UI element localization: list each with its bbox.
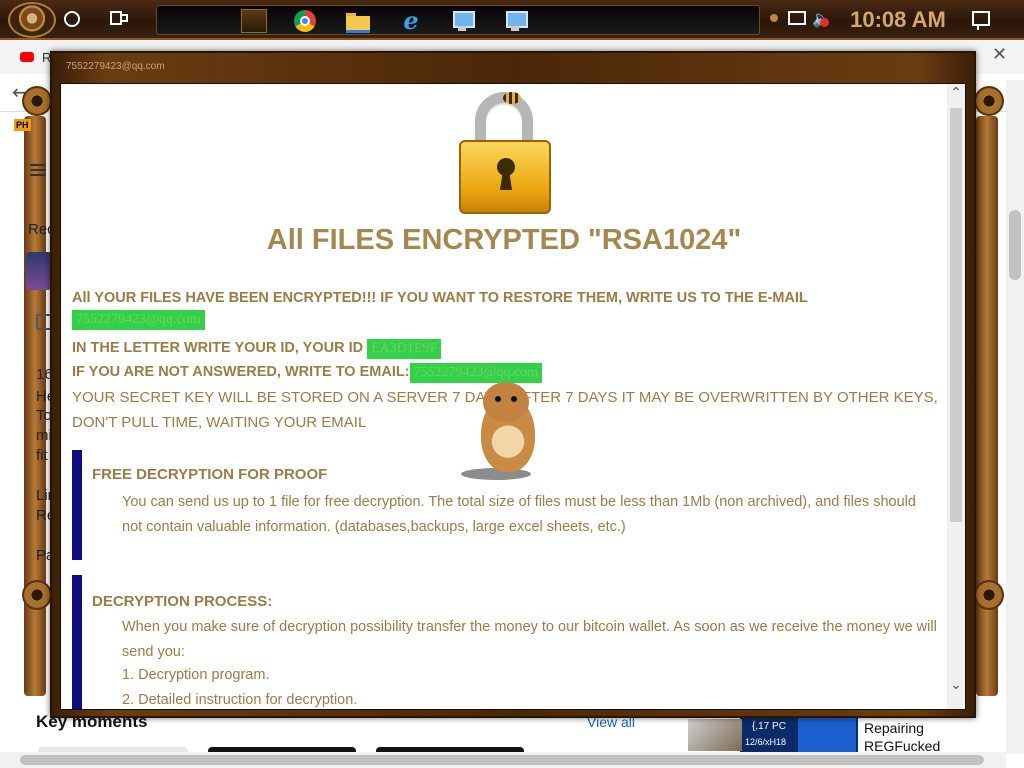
volume-muted-badge-icon: [820, 18, 829, 27]
taskbar-clock[interactable]: 10:08 AM: [845, 6, 951, 34]
section-text: When you make sure of decryption possibi…: [122, 619, 937, 660]
side-video-caption: 12/6/xH18: [745, 737, 787, 747]
list-item: 2. Detailed instruction for decryption.: [122, 692, 358, 708]
backup-email-instruction: IF YOU ARE NOT ANSWERED, WRITE TO EMAIL:: [72, 364, 410, 380]
decryption-process-section: DECRYPTION PROCESS: When you make sure o…: [72, 575, 942, 709]
gear-icon: [22, 86, 52, 116]
ransom-content: All FILES ENCRYPTED "RSA1024" All YOUR F…: [60, 83, 966, 710]
backup-email-highlight[interactable]: 7552279423@qq.com: [409, 363, 543, 383]
side-video-thumbnail-accent: [798, 718, 856, 754]
section-accent-bar: [72, 450, 82, 560]
gear-icon: [974, 86, 1004, 116]
scroll-up-icon[interactable]: ⌃: [950, 86, 962, 100]
gear-icon: [22, 580, 52, 610]
ransom-email-line: 7552279423@qq.com: [72, 310, 205, 330]
waiting-email-text: DON'T PULL TIME, WAITING YOUR EMAIL: [72, 414, 367, 431]
browser-horizontal-scrollbar[interactable]: [0, 752, 1006, 768]
window-close-button[interactable]: ✕: [992, 44, 1007, 65]
free-decryption-section: FREE DECRYPTION FOR PROOF You can send u…: [72, 450, 942, 560]
section-text: You can send us up to 1 file for free de…: [122, 494, 916, 535]
id-instruction-text: IN THE LETTER WRITE YOUR ID, YOUR ID: [72, 340, 364, 356]
file-explorer-icon[interactable]: [345, 9, 371, 33]
tray-overflow-icon[interactable]: [770, 14, 778, 22]
side-video-image[interactable]: [688, 719, 742, 751]
taskbar-app-area: e: [156, 5, 760, 35]
youtube-favicon-icon: [20, 52, 34, 62]
section-accent-bar: [72, 575, 82, 709]
internet-explorer-icon[interactable]: e: [398, 9, 424, 33]
ransom-id-line: IN THE LETTER WRITE YOUR ID, YOUR ID EA3…: [72, 339, 442, 359]
file-manager-icon[interactable]: [241, 9, 267, 33]
ph-badge: PH: [14, 119, 31, 131]
cortana-search-icon[interactable]: [64, 11, 80, 27]
start-button[interactable]: [8, 2, 56, 38]
list-item: 1. Decryption program.: [122, 667, 270, 683]
ransom-message-line: All YOUR FILES HAVE BEEN ENCRYPTED!!! IF…: [72, 290, 808, 306]
section-title: DECRYPTION PROCESS:: [92, 593, 273, 610]
scrollbar-thumb[interactable]: [950, 108, 962, 522]
ransom-scrollbar[interactable]: ⌃ ⌄: [947, 84, 965, 709]
ransom-backup-email-line: IF YOU ARE NOT ANSWERED, WRITE TO EMAIL:…: [72, 363, 543, 383]
ransom-heading: All FILES ENCRYPTED "RSA1024": [266, 224, 742, 256]
victim-id-highlight[interactable]: EA3D1E9F: [367, 339, 442, 359]
network-icon[interactable]: [788, 11, 806, 25]
browser-vertical-scrollbar[interactable]: [1006, 80, 1024, 754]
gear-icon: [974, 580, 1004, 610]
menu-icon[interactable]: [30, 164, 46, 176]
side-video-caption: {,17 PC: [752, 721, 786, 732]
contact-email-highlight[interactable]: 7552279423@qq.com: [72, 310, 205, 330]
chrome-icon[interactable]: [292, 9, 318, 33]
side-video-title[interactable]: Repairing: [864, 720, 924, 736]
notification-center-icon[interactable]: [972, 11, 990, 30]
task-view-icon[interactable]: [110, 9, 130, 29]
description-text: fit: [36, 447, 48, 464]
channel-avatar[interactable]: [26, 252, 52, 290]
ransom-window: 7552279423@qq.com All FILES ENCRYPTED "R…: [50, 51, 976, 718]
padlock-icon: [459, 92, 555, 214]
computer-icon-2[interactable]: [503, 9, 529, 33]
section-title: FREE DECRYPTION FOR PROOF: [92, 466, 328, 483]
taskbar: e 🔈 10:08 AM: [0, 0, 1024, 40]
scroll-down-icon[interactable]: ⌄: [950, 678, 962, 692]
computer-icon[interactable]: [450, 9, 476, 33]
bee-icon: [503, 92, 521, 104]
ransom-window-title: 7552279423@qq.com: [66, 61, 165, 72]
